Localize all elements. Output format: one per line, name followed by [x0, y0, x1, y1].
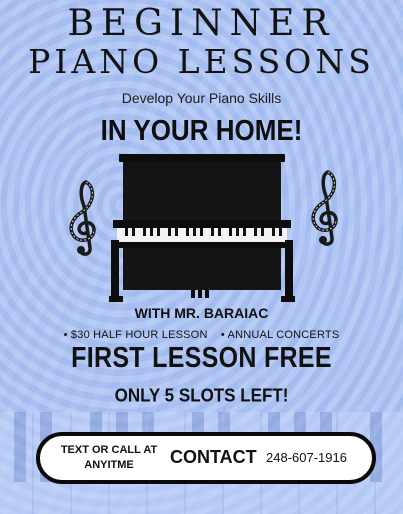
contact-box[interactable]: TEXT OR CALL AT ANYITME CONTACT 248-607-…	[36, 432, 376, 484]
lesson-details: • $30 HALF HOUR LESSON • ANNUAL CONCERTS	[0, 329, 403, 341]
teacher-name: WITH MR. BARAIAC	[134, 305, 269, 321]
contact-prompt: TEXT OR CALL AT ANYITME	[54, 443, 164, 473]
price-detail: • $30 HALF HOUR LESSON	[63, 329, 208, 341]
contact-prompt-line1: TEXT OR CALL AT	[60, 444, 158, 456]
phone-number[interactable]: 248-607-1916	[266, 450, 347, 465]
title-piano-lessons: PIANO LESSONS	[28, 42, 375, 81]
tagline: IN YOUR HOME!	[100, 113, 303, 147]
slots-left: ONLY 5 SLOTS LEFT!	[114, 385, 289, 406]
subtitle: Develop Your Piano Skills	[121, 90, 282, 106]
concerts-detail: • ANNUAL CONCERTS	[220, 329, 340, 341]
contact-prompt-line2: ANYITME	[84, 459, 134, 471]
first-lesson-offer: FIRST LESSON FREE	[71, 341, 332, 375]
flyer: BEGINNER PIANO LESSONS Develop Your Pian…	[0, 0, 403, 514]
upright-piano-icon	[109, 154, 295, 302]
treble-clef-icon	[311, 170, 338, 246]
contact-label: CONTACT	[170, 447, 257, 467]
title-beginner: BEGINNER	[67, 3, 336, 44]
treble-clef-icon	[69, 180, 96, 256]
